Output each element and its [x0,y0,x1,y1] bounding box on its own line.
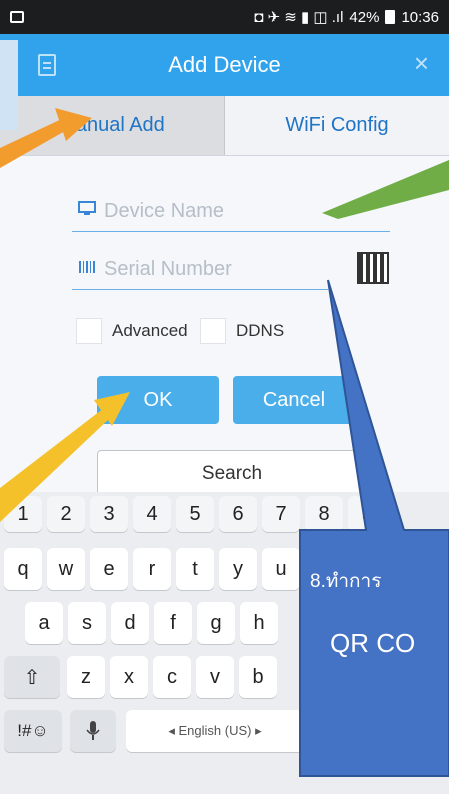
gallery-notification-icon [10,11,24,23]
key-d[interactable]: d [111,602,149,644]
key-e[interactable]: e [90,548,128,590]
clock: 10:36 [401,8,439,26]
key-u[interactable]: u [262,548,300,590]
battery-icon [385,10,396,24]
key-z[interactable]: z [67,656,105,698]
key-s[interactable]: s [68,602,106,644]
key-3[interactable]: 3 [90,496,128,532]
key-2[interactable]: 2 [47,496,85,532]
device-name-placeholder: Device Name [104,200,225,222]
key-enter[interactable] [358,710,398,752]
ddns-checkbox[interactable]: DDNS [200,318,284,344]
app-bar: Add Device × [0,34,449,96]
serial-number-placeholder: Serial Number [104,258,232,280]
advanced-label: Advanced [112,321,188,340]
key-v[interactable]: v [196,656,234,698]
key-y[interactable]: y [219,548,257,590]
key-g[interactable]: g [197,602,235,644]
key-period[interactable] [312,710,352,752]
space-key[interactable]: ◂ English (US) ▸ [126,710,304,752]
key-h[interactable]: h [240,602,278,644]
callout-line-2: QR CO [330,628,416,658]
ok-button[interactable]: OK [97,376,219,424]
ddns-label: DDNS [236,321,285,340]
monitor-icon [78,200,96,223]
cancel-button[interactable]: Cancel [233,376,355,424]
key-x[interactable]: x [110,656,148,698]
tab-manual-add[interactable]: Manual Add [0,96,225,155]
key-8[interactable]: 8 [305,496,343,532]
key-r[interactable]: r [133,548,171,590]
shift-key[interactable]: ⇧ [4,656,60,698]
status-right: ◘ ✈ ≋ ▮ ◫ .ıl 42% 10:36 [254,8,439,27]
list-icon[interactable] [38,54,56,76]
key-w[interactable]: w [47,548,85,590]
key-t[interactable]: t [176,548,214,590]
advanced-checkbox-box[interactable] [76,318,102,344]
advanced-checkbox[interactable]: Advanced [76,318,188,344]
serial-number-field[interactable]: Serial Number [72,250,328,290]
key-1[interactable]: 1 [4,496,42,532]
qr-scan-icon[interactable] [357,252,389,284]
key-b[interactable]: b [239,656,277,698]
close-icon[interactable]: × [414,48,429,79]
key-a[interactable]: a [25,602,63,644]
microphone-icon[interactable] [70,710,116,752]
callout-line-1: 8.ทำการ [310,571,382,592]
tab-wifi-config[interactable]: WiFi Config [225,96,449,155]
key-4[interactable]: 4 [133,496,171,532]
signal-icons: ◘ ✈ ≋ ▮ ◫ .ıl [254,9,344,26]
screen: ◘ ✈ ≋ ▮ ◫ .ıl 42% 10:36 Add Device × Man… [0,0,449,794]
key-f[interactable]: f [154,602,192,644]
key-9[interactable]: 9 [348,496,386,532]
device-name-field[interactable]: Device Name [72,192,390,232]
status-left [10,11,24,23]
barcode-icon [78,258,96,281]
battery-percent: 42% [349,8,380,26]
key-5[interactable]: 5 [176,496,214,532]
search-button[interactable]: Search [97,450,367,498]
key-7[interactable]: 7 [262,496,300,532]
status-bar: ◘ ✈ ≋ ▮ ◫ .ıl 42% 10:36 [0,0,449,34]
key-6[interactable]: 6 [219,496,257,532]
tab-bar: Manual Add WiFi Config [0,96,449,156]
key-c[interactable]: c [153,656,191,698]
symbols-key[interactable]: !#☺ [4,710,62,752]
key-q[interactable]: q [4,548,42,590]
ddns-checkbox-box[interactable] [200,318,226,344]
page-title: Add Device [168,52,281,77]
